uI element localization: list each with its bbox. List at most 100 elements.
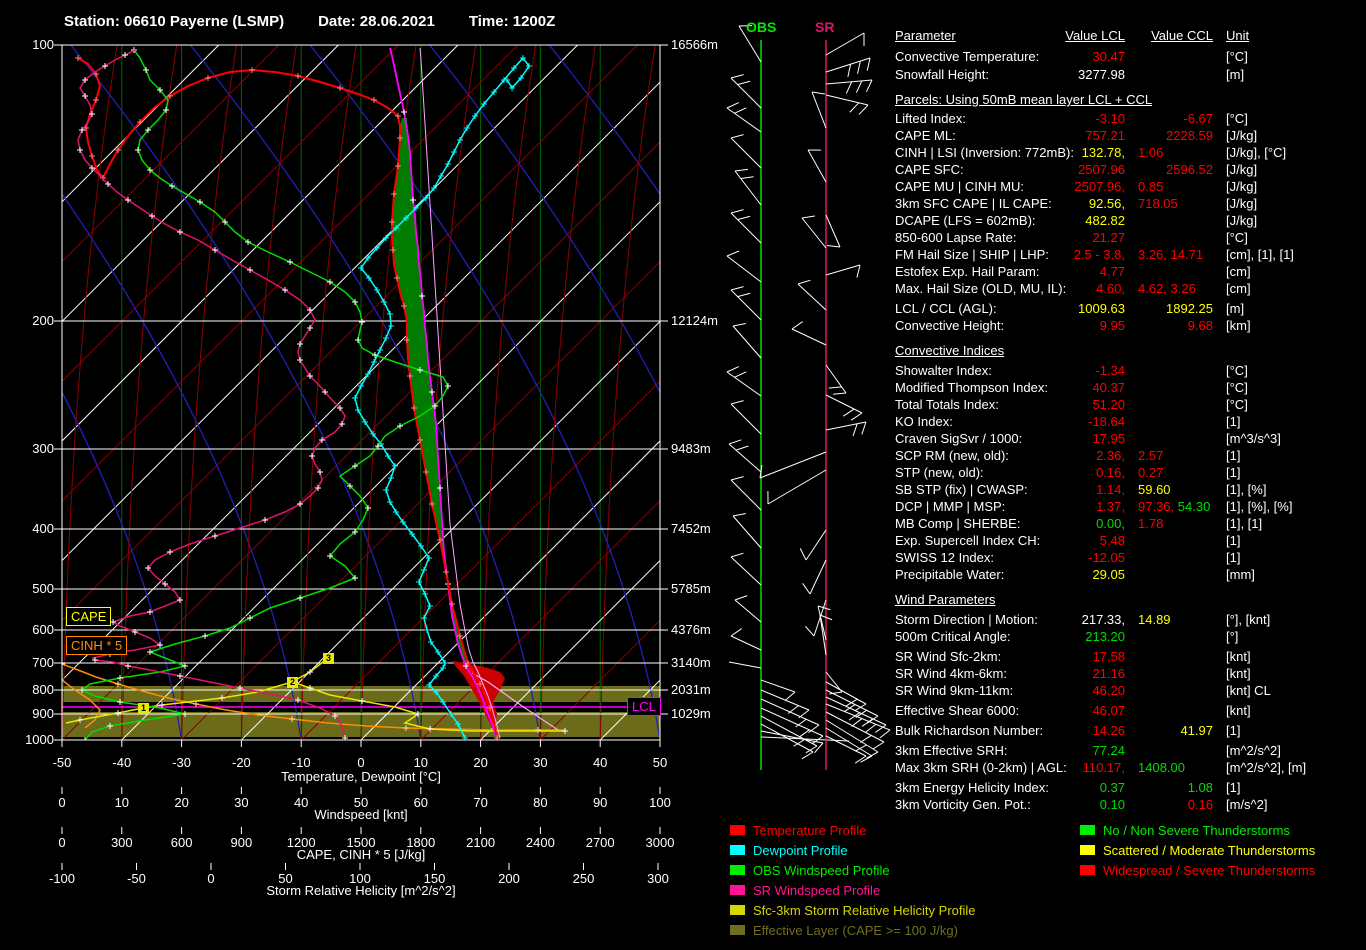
temperature-tick-label: -40 bbox=[112, 755, 132, 770]
legend-swatch bbox=[730, 825, 745, 835]
parameter-row: Max 3km SRH (0-2km) | AGL: 110.17, 1408.00… bbox=[895, 760, 1366, 776]
unit-label: [m^2/s^2] bbox=[1226, 743, 1281, 758]
value-lcl: 0.16, bbox=[1096, 465, 1125, 480]
pressure-tick-label: 700 bbox=[32, 655, 54, 670]
value-ccl: -6.67 bbox=[1183, 111, 1213, 126]
legend-item: Sfc-3km Storm Relative Helicity Profile bbox=[730, 904, 976, 920]
parameter-row: Max. Hail Size (OLD, MU, IL): 4.60, 4.62, … bbox=[895, 281, 1366, 297]
parameter-label: Convective Height: bbox=[895, 318, 1005, 333]
parameter-label: Precipitable Water: bbox=[895, 567, 1005, 582]
unit-label: [J/kg] bbox=[1226, 162, 1258, 177]
section-title: Parcels: Using 50mB mean layer LCL + CCL bbox=[895, 92, 1153, 107]
unit-label: [°C] bbox=[1226, 380, 1248, 395]
unit-label: [°C] bbox=[1226, 111, 1248, 126]
unit-label: [°C] bbox=[1226, 363, 1248, 378]
value-lcl: 1.14, bbox=[1096, 482, 1125, 497]
value-extra: 1.78 bbox=[1138, 516, 1164, 531]
parameter-label: CAPE SFC: bbox=[895, 162, 964, 177]
value-lcl: 40.37 bbox=[1092, 380, 1125, 395]
station-label: Station: 06610 Payerne (LSMP) bbox=[64, 13, 285, 30]
unit-label: [1] bbox=[1226, 723, 1241, 738]
value-extra: 0.85 bbox=[1138, 179, 1164, 194]
parameter-row: Convective Height: 9.95 9.68 [km] bbox=[895, 318, 1366, 334]
parameter-row: Estofex Exp. Hail Param: 4.77 [cm] bbox=[895, 264, 1366, 280]
parameter-row: SR Wind Sfc-2km: 17.58 [knt] bbox=[895, 649, 1366, 665]
value-extra: 0.27 bbox=[1138, 465, 1164, 480]
legend-swatch bbox=[730, 885, 745, 895]
parameter-label: FM Hail Size | SHIP | LHP: bbox=[895, 247, 1049, 262]
value-lcl: -1.34 bbox=[1095, 363, 1125, 378]
value-extra: 4.62, 3.26 bbox=[1138, 281, 1196, 296]
parameter-row: SCP RM (new, old): 2.36, 2.57 [1] bbox=[895, 448, 1366, 464]
parameter-row: Total Totals Index: 51.20 [°C] bbox=[895, 397, 1366, 413]
inset-label-lcl: LCL bbox=[627, 697, 661, 716]
parameter-label: SCP RM (new, old): bbox=[895, 448, 1009, 463]
height-tick-label: 5785m bbox=[671, 581, 711, 596]
chart-title: Station: 06610 Payerne (LSMP) Date: 28.06… bbox=[64, 13, 589, 30]
value-ccl: 2596.52 bbox=[1166, 162, 1213, 177]
section-header: Wind Parameters bbox=[895, 592, 1366, 608]
value-lcl: 21.16 bbox=[1092, 666, 1125, 681]
parameter-row: DCAPE (LFS = 602mB): 482.82 [J/kg] bbox=[895, 213, 1366, 229]
legend-item: Effective Layer (CAPE >= 100 J/kg) bbox=[730, 924, 958, 940]
unit-label: [km] bbox=[1226, 318, 1251, 333]
unit-label: [1], [%], [%] bbox=[1226, 499, 1293, 514]
unit-label: [1] bbox=[1226, 414, 1241, 429]
parameter-row: CAPE MU | CINH MU: 2507.96, 0.85 [J/kg] bbox=[895, 179, 1366, 195]
parameter-row: SR Wind 4km-6km: 21.16 [knt] bbox=[895, 666, 1366, 682]
table-header-unit: Unit bbox=[1226, 28, 1250, 43]
temperature-axis-title: Temperature, Dewpoint [°C] bbox=[281, 769, 441, 784]
value-lcl: 29.05 bbox=[1092, 567, 1125, 582]
pressure-tick-label: 100 bbox=[32, 37, 54, 52]
parameter-row: Bulk Richardson Number: 14.26 41.97 [1] bbox=[895, 723, 1366, 739]
value-extra: 718.05 bbox=[1138, 196, 1178, 211]
temperature-tick-label: 0 bbox=[357, 755, 365, 770]
unit-label: [°C] bbox=[1226, 397, 1248, 412]
parameter-label: LCL / CCL (AGL): bbox=[895, 301, 997, 316]
parameter-row: CAPE SFC: 2507.96 2596.52 [J/kg] bbox=[895, 162, 1366, 178]
value-lcl: 92.56, bbox=[1088, 196, 1125, 211]
height-tick-label: 4376m bbox=[671, 622, 711, 637]
legend-label: Widespread / Severe Thunderstorms bbox=[1103, 863, 1316, 878]
value-ccl: 2228.59 bbox=[1166, 128, 1213, 143]
parameter-label: SB STP (fix) | CWASP: bbox=[895, 482, 1028, 497]
sounding-app-window: Station: 06610 Payerne (LSMP) Date: 28.06… bbox=[0, 0, 1366, 950]
unit-label: [knt] CL bbox=[1226, 683, 1271, 698]
value-lcl: 2.5 - 3.8, bbox=[1073, 247, 1125, 262]
parameter-label: 3km Energy Helicity Index: bbox=[895, 780, 1049, 795]
parameter-label: STP (new, old): bbox=[895, 465, 984, 480]
value-lcl: 482.82 bbox=[1085, 213, 1125, 228]
value-lcl: 757.21 bbox=[1085, 128, 1125, 143]
value-lcl: 1009.63 bbox=[1078, 301, 1125, 316]
value-lcl: 110.17, bbox=[1082, 760, 1125, 775]
value-lcl: 46.07 bbox=[1092, 703, 1125, 718]
srh-axis-title: Storm Relative Helicity [m^2/s^2] bbox=[266, 883, 456, 898]
legend-item: Dewpoint Profile bbox=[730, 844, 848, 860]
km-marker-2: 2 bbox=[287, 677, 298, 688]
legend-label: Dewpoint Profile bbox=[753, 843, 848, 858]
section-header: Convective Indices bbox=[895, 343, 1366, 359]
height-tick-label: 3140m bbox=[671, 655, 711, 670]
parameter-row: Modified Thompson Index: 40.37 [°C] bbox=[895, 380, 1366, 396]
parameter-row: 850-600 Lapse Rate: 21.27 [°C] bbox=[895, 230, 1366, 246]
value-extra: 14.89 bbox=[1138, 612, 1171, 627]
parameter-label: 500m Critical Angle: bbox=[895, 629, 1011, 644]
value-ccl: 41.97 bbox=[1180, 723, 1213, 738]
parameter-label: DCP | MMP | MSP: bbox=[895, 499, 1006, 514]
parameter-label: 3km SFC CAPE | IL CAPE: bbox=[895, 196, 1052, 211]
temperature-tick-label: -20 bbox=[231, 755, 251, 770]
height-tick-label: 2031m bbox=[671, 682, 711, 697]
parameter-row: 3km Effective SRH: 77.24 [m^2/s^2] bbox=[895, 743, 1366, 759]
parameter-label: SR Wind Sfc-2km: bbox=[895, 649, 1002, 664]
time-label: Time: 1200Z bbox=[468, 13, 556, 30]
unit-label: [1] bbox=[1226, 550, 1241, 565]
parameter-label: KO Index: bbox=[895, 414, 953, 429]
parameter-row: Exp. Supercell Index CH: 5.48 [1] bbox=[895, 533, 1366, 549]
value-extra: 59.60 bbox=[1138, 482, 1171, 497]
value-lcl: 2507.96 bbox=[1078, 162, 1125, 177]
value-lcl: 17.95 bbox=[1092, 431, 1125, 446]
pressure-tick-label: 400 bbox=[32, 521, 54, 536]
parameter-label: Snowfall Height: bbox=[895, 67, 989, 82]
value-lcl: 5.48 bbox=[1099, 533, 1125, 548]
section-header: Parcels: Using 50mB mean layer LCL + CCL bbox=[895, 92, 1366, 108]
